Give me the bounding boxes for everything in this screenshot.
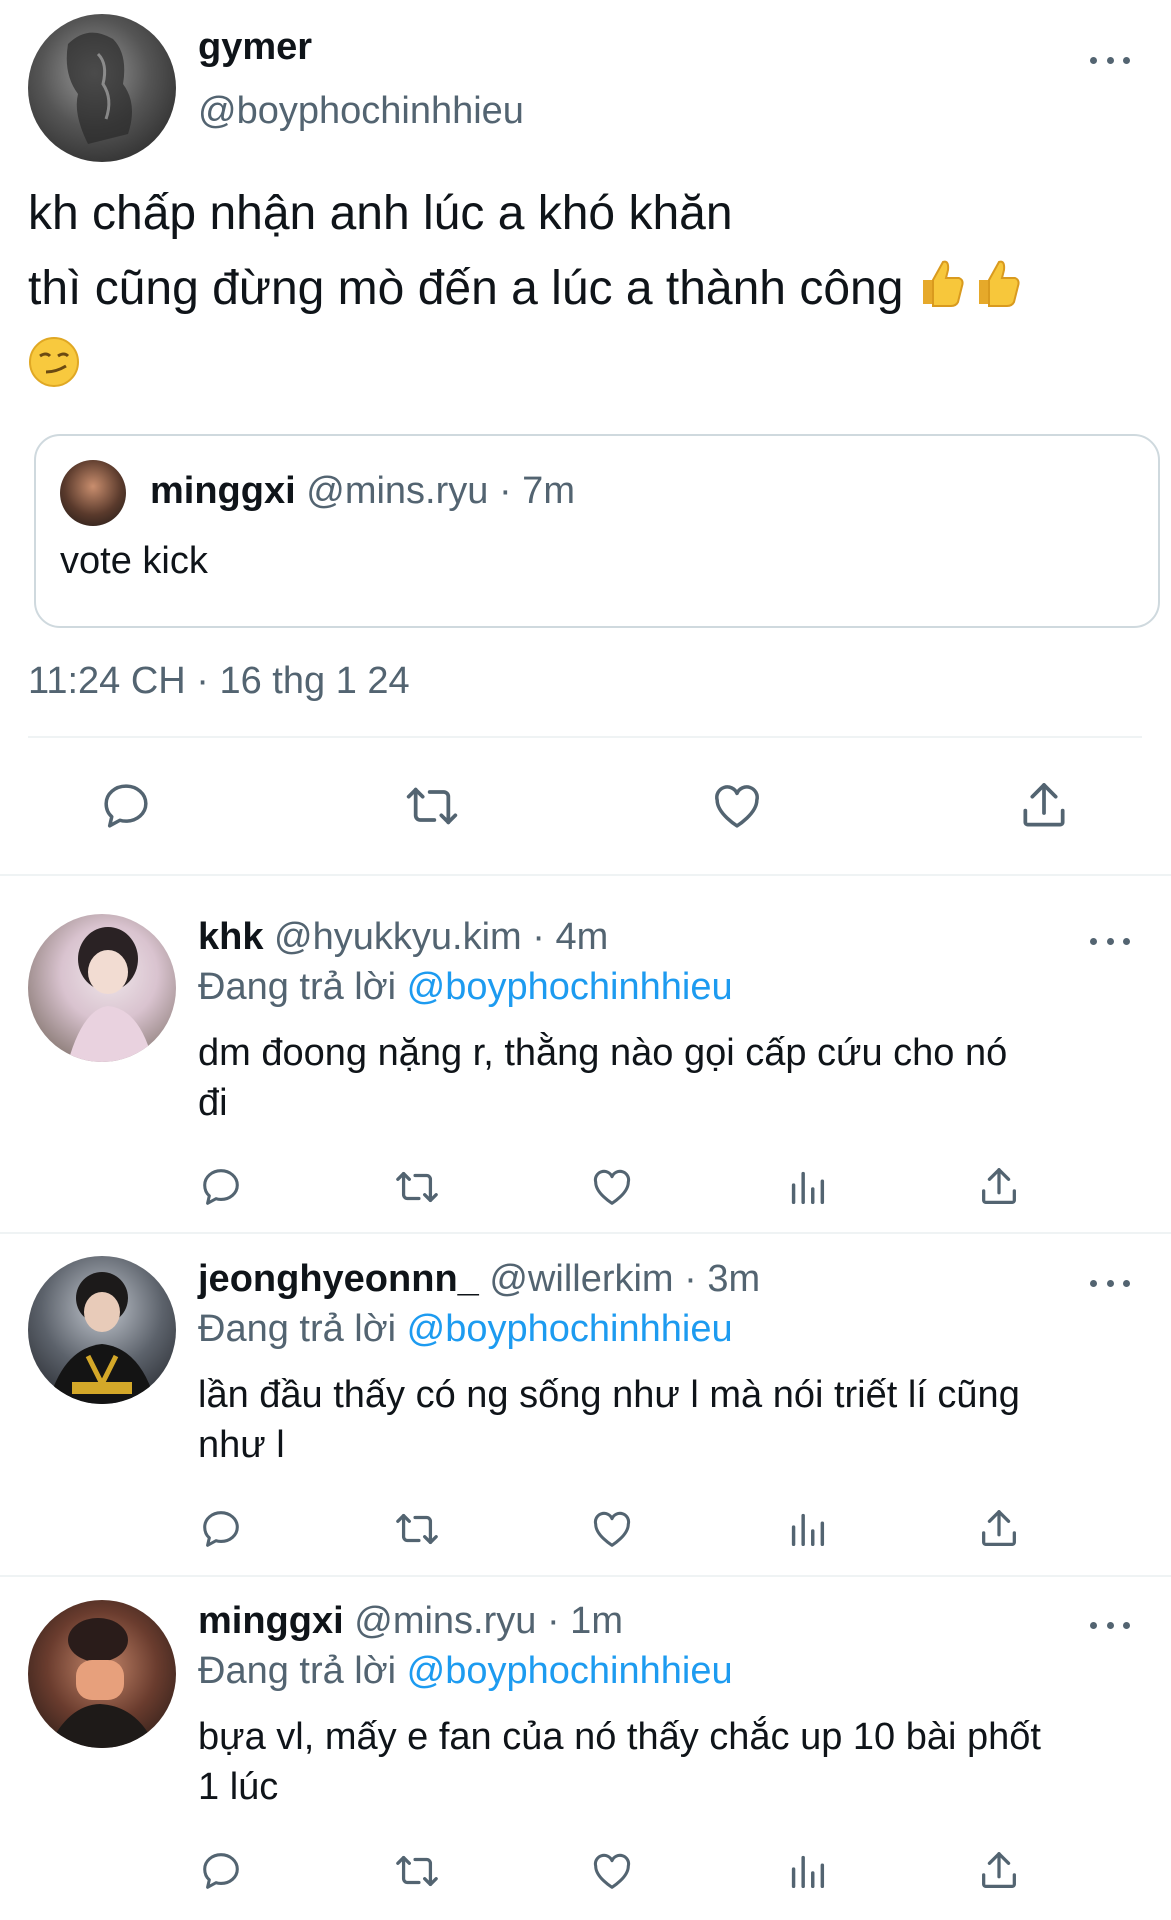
divider [0,1575,1171,1577]
reply-icon[interactable] [98,778,154,834]
reply-time[interactable]: · 3m [684,1258,760,1300]
share-icon[interactable] [1016,778,1072,834]
retweet-icon[interactable] [392,1848,442,1894]
avatar-minggxi[interactable] [28,1600,176,1748]
replying-to-link[interactable]: @boyphochinhhieu [407,1308,733,1350]
main-display-name[interactable]: gymer [198,26,312,69]
avatar-minggxi [60,460,126,526]
reply-text-line2: đi [198,1082,228,1124]
quote-tweet-card[interactable]: minggxi @mins.ryu · 7m vote kick [34,434,1160,628]
reply-text-line2: 1 lúc [198,1766,279,1808]
more-options-icon[interactable] [1090,1613,1130,1637]
reply-text-line1: lần đầu thấy có ng sống như l mà nói tri… [198,1374,1020,1416]
retweet-icon[interactable] [392,1506,442,1552]
views-icon[interactable] [784,1506,830,1552]
tweet-text-line2-wrap: thì cũng đừng mò đến a lúc a thành công [28,256,1021,320]
retweet-icon[interactable] [402,778,462,834]
tweet-text-line1: kh chấp nhận anh lúc a khó khăn [28,187,733,240]
avatar-gymer[interactable] [28,14,176,162]
replying-to-label: Đang trả lời [198,966,397,1008]
views-icon[interactable] [784,1848,830,1894]
quote-text: vote kick [60,540,208,582]
reply-icon[interactable] [198,1848,244,1894]
reply-display-name[interactable]: minggxi [198,1600,344,1642]
like-icon[interactable] [588,1848,636,1894]
tweet-timestamp[interactable]: 11:24 CH · 16 thg 1 24 [28,660,410,703]
replying-to-label: Đang trả lời [198,1650,397,1692]
reply-time[interactable]: · 1m [547,1600,623,1642]
thumbs-up-icon [917,256,965,320]
replying-to-link[interactable]: @boyphochinhhieu [407,966,733,1008]
retweet-icon[interactable] [392,1164,442,1210]
more-options-icon[interactable] [1090,1271,1130,1295]
main-handle[interactable]: @boyphochinhhieu [198,90,524,133]
replying-to-label: Đang trả lời [198,1308,397,1350]
more-options-icon[interactable] [1090,929,1130,953]
reply-handle[interactable]: @mins.ryu [354,1600,536,1642]
more-options-icon[interactable] [1090,48,1130,72]
replying-to-link[interactable]: @boyphochinhhieu [407,1650,733,1692]
share-icon[interactable] [976,1848,1022,1894]
reply-icon[interactable] [198,1164,244,1210]
quote-handle: @mins.ryu [306,470,489,512]
reply-handle[interactable]: @hyukkyu.kim [274,916,522,958]
quote-time: · 7m [498,470,575,512]
views-icon[interactable] [784,1164,830,1210]
reply-text-line1: dm đoong nặng r, thằng nào gọi cấp cứu c… [198,1032,1008,1074]
reply-icon[interactable] [198,1506,244,1552]
like-icon[interactable] [588,1506,636,1552]
share-icon[interactable] [976,1506,1022,1552]
reply-display-name[interactable]: jeonghyeonnn_ [198,1258,479,1300]
quote-display-name: minggxi [150,470,296,512]
like-icon[interactable] [588,1164,636,1210]
like-icon[interactable] [708,778,766,834]
tweet-text-line2: thì cũng đừng mò đến a lúc a thành công [28,261,904,315]
divider [0,1232,1171,1234]
avatar-khk[interactable] [28,914,176,1062]
divider [28,736,1142,738]
share-icon[interactable] [976,1164,1022,1210]
reply-display-name[interactable]: khk [198,916,263,958]
thumbs-up-icon [973,256,1021,320]
divider [0,874,1171,876]
smirking-face-icon [28,336,80,393]
reply-handle[interactable]: @willerkim [489,1258,673,1300]
avatar-jeonghyeonnn[interactable] [28,1256,176,1404]
reply-time[interactable]: · 4m [532,916,608,958]
reply-text-line2: như l [198,1424,285,1466]
reply-text-line1: bựa vl, mấy e fan của nó thấy chắc up 10… [198,1716,1041,1758]
